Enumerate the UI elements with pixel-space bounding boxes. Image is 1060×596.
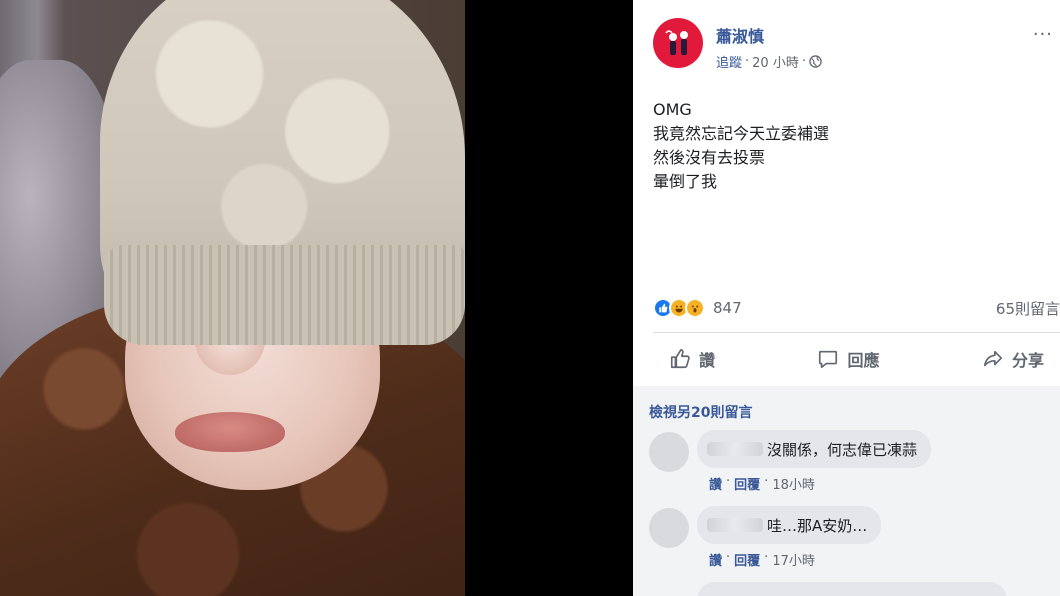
comment-reply-link[interactable]: 回覆 — [734, 474, 760, 493]
comment-actions: 讚 · 回覆 · 17小時 — [709, 550, 815, 569]
post-text-line: 暈倒了我 — [653, 172, 718, 191]
post-meta: 追蹤 · 20 小時 · — [716, 52, 822, 71]
share-button-label: 分享 — [1011, 351, 1044, 370]
post-time[interactable]: 20 小時 — [752, 52, 799, 71]
photo-hat-band — [104, 245, 465, 345]
comment-button-label: 回應 — [847, 351, 880, 370]
more-options-icon[interactable]: ··· — [1033, 24, 1053, 45]
comment-actions: 讚 · 回覆 · 18小時 — [709, 474, 815, 493]
reaction-count[interactable]: 847 — [713, 299, 742, 317]
follow-link[interactable]: 追蹤 — [716, 52, 742, 71]
comments-section: 檢視另20則留言 沒關係，何志偉已凍蒜 讚 · 回覆 · 18小時 哇…那A安奶… — [633, 386, 1060, 596]
comment-like-link[interactable]: 讚 — [709, 474, 722, 493]
post-panel: 蕭淑慎 追蹤 · 20 小時 · ··· OMG 我竟然忘記今天立委補選 然後沒… — [633, 0, 1060, 596]
comment-like-link[interactable]: 讚 — [709, 550, 722, 569]
comment-button[interactable]: 回應 — [801, 347, 895, 371]
author-name[interactable]: 蕭淑慎 — [716, 23, 764, 47]
thumbs-up-icon — [670, 349, 690, 369]
reaction-icons[interactable] — [653, 298, 705, 318]
divider — [653, 332, 1060, 333]
meta-separator: · — [745, 54, 750, 69]
like-button[interactable]: 讚 — [653, 347, 731, 371]
share-button[interactable]: 分享 — [966, 347, 1060, 371]
post-photo[interactable] — [0, 0, 465, 596]
commenter-name-blurred — [707, 442, 763, 456]
post-text-line: 我竟然忘記今天立委補選 — [653, 124, 830, 143]
commenter-avatar[interactable] — [649, 432, 689, 472]
post-header: 蕭淑慎 追蹤 · 20 小時 · ··· — [653, 18, 1053, 73]
action-bar: 讚 回應 分享 — [653, 336, 1060, 382]
comment-text: 哇…那A安奶… — [767, 516, 868, 535]
comment-bubble: 哇…那A安奶… — [697, 506, 882, 544]
wow-icon — [685, 298, 705, 318]
comment-text: 沒關係，何志偉已凍蒜 — [767, 440, 918, 459]
share-icon — [983, 350, 1003, 367]
author-avatar[interactable] — [653, 18, 703, 68]
avatar-figures-icon — [665, 30, 688, 55]
view-more-comments-link[interactable]: 檢視另20則留言 — [649, 402, 752, 422]
reactions-bar: 847 65則留言 — [653, 296, 1060, 320]
meta-separator: · — [801, 54, 806, 69]
comment-icon — [819, 350, 838, 369]
commenter-avatar[interactable] — [649, 508, 689, 548]
comment-time[interactable]: 17小時 — [772, 550, 815, 569]
next-comment-bubble — [697, 582, 1007, 596]
post-text-line: 然後沒有去投票 — [653, 148, 766, 167]
comment-count[interactable]: 65則留言 — [996, 298, 1060, 319]
commenter-name-blurred — [707, 518, 763, 532]
comment-time[interactable]: 18小時 — [772, 474, 815, 493]
post-text: OMG 我竟然忘記今天立委補選 然後沒有去投票 暈倒了我 — [653, 98, 1043, 194]
comment-bubble: 沒關係，何志偉已凍蒜 — [697, 430, 932, 468]
photo-lips — [175, 412, 285, 452]
globe-icon — [809, 55, 822, 68]
like-button-label: 讚 — [699, 351, 716, 370]
post-text-line: OMG — [653, 100, 692, 119]
comment-item: 沒關係，何志偉已凍蒜 讚 · 回覆 · 18小時 — [649, 430, 1049, 494]
comment-item: 哇…那A安奶… 讚 · 回覆 · 17小時 — [649, 506, 1049, 570]
comment-reply-link[interactable]: 回覆 — [734, 550, 760, 569]
